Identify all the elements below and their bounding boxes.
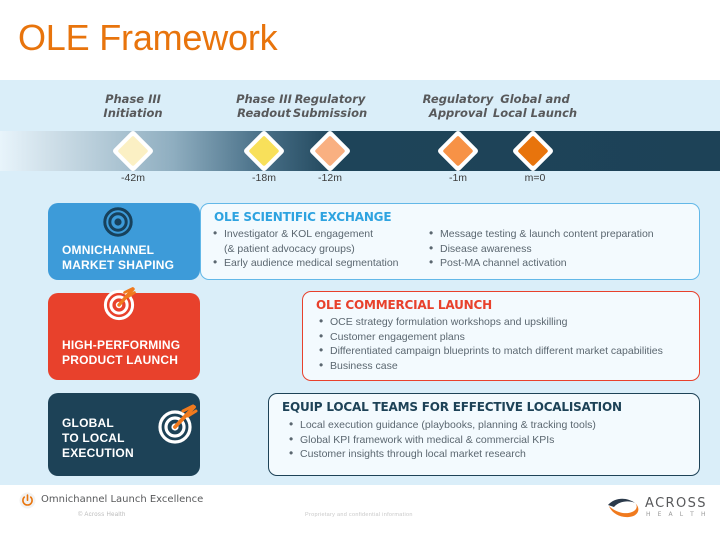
card-label-line1: HIGH-PERFORMING <box>62 338 181 352</box>
card-label-line2: TO LOCAL <box>62 431 125 445</box>
card-label-line2: PRODUCT LAUNCH <box>62 353 179 367</box>
card-label-line1: GLOBAL <box>62 416 114 430</box>
box-heading: OLE COMMERCIAL LAUNCH <box>316 298 492 312</box>
list-item: (& patient advocacy groups) <box>224 242 355 255</box>
box-ole-scientific-exchange: OLE SCIENTIFIC EXCHANGE Investigator & K… <box>200 203 700 280</box>
bullet-list-left: Investigator & KOL engagement (& patient… <box>213 226 399 271</box>
list-item: Customer insights through local market r… <box>289 446 596 462</box>
list-item: Differentiated campaign blueprints to ma… <box>319 343 663 359</box>
page-title: OLE Framework <box>18 17 278 58</box>
slide-root: OLE Framework Phase III Initiation -42m … <box>0 0 720 540</box>
footer-proprietary: Proprietary and confidential information <box>305 512 413 518</box>
timeline-time-0: -42m <box>121 172 145 184</box>
logo-name: ACROSS <box>645 496 707 511</box>
card-label-line3: EXECUTION <box>62 446 134 460</box>
timeline-time-2: -12m <box>318 172 342 184</box>
box-heading: OLE SCIENTIFIC EXCHANGE <box>214 210 392 224</box>
bullseye-icon <box>103 207 133 237</box>
timeline-time-4: m=0 <box>524 172 546 184</box>
list-item: Business case <box>319 358 663 374</box>
list-item: Local execution guidance (playbooks, pla… <box>289 417 596 433</box>
logo-subtitle: H E A L T H <box>646 511 709 518</box>
card-omnichannel-market-shaping[interactable]: OMNICHANNEL MARKET SHAPING <box>48 203 200 280</box>
card-label-line2: MARKET SHAPING <box>62 258 175 272</box>
list-item: Customer engagement plans <box>319 329 663 345</box>
box-heading: EQUIP LOCAL TEAMS FOR EFFECTIVE LOCALISA… <box>282 400 622 414</box>
power-icon <box>19 492 36 509</box>
bullet-list-right: Message testing & launch content prepara… <box>429 226 654 271</box>
footer-copyright: © Across Health <box>78 512 126 518</box>
timeline-label-2: Regulatory Submission <box>292 92 368 120</box>
target-arrow-icon <box>103 287 136 321</box>
card-high-performing-product-launch[interactable]: HIGH-PERFORMING PRODUCT LAUNCH <box>48 287 200 380</box>
footer-brand: Omnichannel Launch Excellence <box>41 494 204 505</box>
bullet-list: OCE strategy formulation workshops and u… <box>319 314 663 374</box>
bullet-list: Local execution guidance (playbooks, pla… <box>289 417 596 462</box>
timeline-band <box>0 131 720 171</box>
list-item: Early audience medical segmentation <box>213 255 399 271</box>
timeline-label-4: Global and Local Launch <box>492 92 578 120</box>
list-item: Message testing & launch content prepara… <box>429 226 654 242</box>
list-item: Disease awareness <box>429 241 654 257</box>
list-item: Investigator & KOL engagement <box>213 226 399 242</box>
card-label-line1: OMNICHANNEL <box>62 243 155 257</box>
card-global-to-local-execution[interactable]: GLOBAL TO LOCAL EXECUTION <box>48 393 200 476</box>
list-item: Post-MA channel activation <box>429 255 654 271</box>
list-item: Global KPI framework with medical & comm… <box>289 432 596 448</box>
box-ole-commercial-launch: OLE COMMERCIAL LAUNCH OCE strategy formu… <box>302 291 700 381</box>
list-item: OCE strategy formulation workshops and u… <box>319 314 663 330</box>
timeline-label-0: Phase III Initiation <box>103 92 163 120</box>
box-equip-local-teams: EQUIP LOCAL TEAMS FOR EFFECTIVE LOCALISA… <box>268 393 700 476</box>
across-health-logo-icon <box>608 498 639 518</box>
